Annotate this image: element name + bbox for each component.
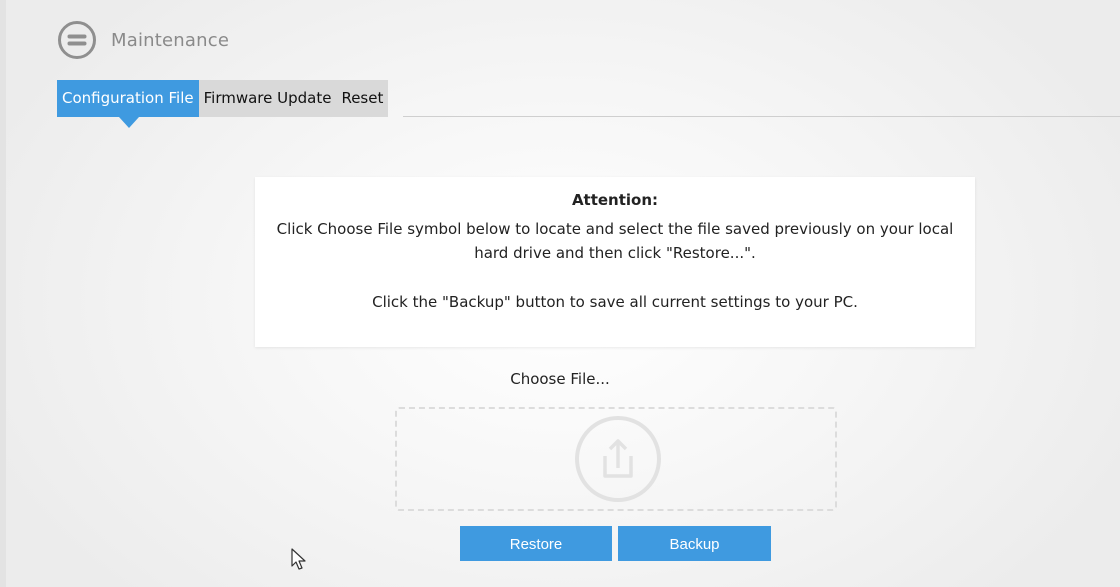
file-dropzone[interactable] (395, 407, 837, 511)
tab-configuration-file[interactable]: Configuration File (57, 80, 199, 128)
tab-divider (403, 116, 1120, 117)
menu-lines-icon (58, 21, 96, 59)
notice-restore-instructions: Click Choose File symbol below to locate… (276, 220, 954, 262)
tab-firmware-update[interactable]: Firmware Update (198, 80, 337, 117)
tab-bar: Configuration File Firmware Update Reset (57, 80, 389, 128)
notice-backup-instructions: Click the "Backup" button to save all cu… (372, 293, 858, 311)
choose-file-label[interactable]: Choose File... (0, 370, 1120, 388)
notice-title: Attention: (571, 191, 659, 209)
page-edge (0, 0, 6, 587)
page-header: Maintenance (57, 18, 229, 62)
tab-reset[interactable]: Reset (336, 80, 389, 117)
attention-notice: Attention: Click Choose File symbol belo… (255, 177, 975, 347)
mouse-cursor-icon (291, 548, 306, 570)
backup-button[interactable]: Backup (618, 526, 771, 561)
restore-button[interactable]: Restore (460, 526, 612, 561)
page-title: Maintenance (111, 29, 230, 51)
upload-icon (575, 416, 661, 502)
